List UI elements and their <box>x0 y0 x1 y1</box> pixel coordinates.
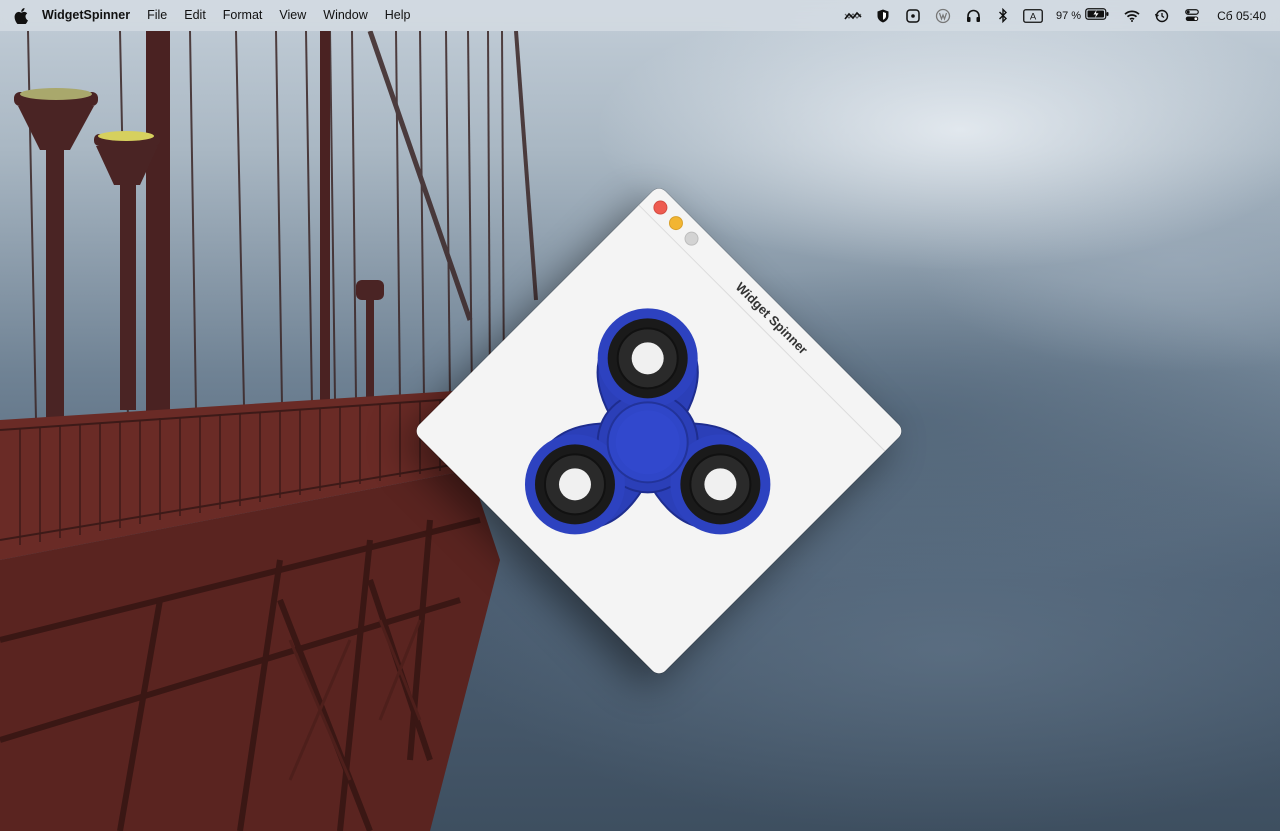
vpn-icon[interactable] <box>928 0 958 31</box>
battery-status[interactable]: 97 % <box>1048 8 1117 23</box>
spinner-weight <box>534 444 615 525</box>
menu-clock[interactable]: Сб 05:40 <box>1207 9 1266 23</box>
control-center-icon[interactable] <box>1177 0 1207 31</box>
shield-icon[interactable] <box>868 0 898 31</box>
battery-icon <box>1085 8 1109 23</box>
zoom-button[interactable] <box>681 228 702 249</box>
spinner-weight <box>607 318 688 399</box>
menu-help[interactable]: Help <box>376 0 419 31</box>
input-source-icon[interactable]: A <box>1018 0 1048 31</box>
headphones-icon[interactable] <box>958 0 988 31</box>
menu-edit[interactable]: Edit <box>176 0 215 31</box>
apple-icon[interactable] <box>14 7 28 24</box>
menu-view[interactable]: View <box>271 0 315 31</box>
camera-icon[interactable] <box>898 0 928 31</box>
time-machine-icon[interactable] <box>1147 0 1177 31</box>
menu-file[interactable]: File <box>139 0 176 31</box>
menu-bar: WidgetSpinner File Edit Format View Wind… <box>0 0 1280 31</box>
bluetooth-icon[interactable] <box>988 0 1018 31</box>
minimize-button[interactable] <box>666 213 686 234</box>
input-source-label: A <box>1030 11 1037 22</box>
battery-percent: 97 % <box>1056 9 1082 22</box>
wifi-icon[interactable] <box>1117 0 1147 31</box>
spinner-weight <box>680 444 761 525</box>
menu-window[interactable]: Window <box>315 0 376 31</box>
fidget-spinner[interactable] <box>517 308 778 546</box>
menu-format[interactable]: Format <box>214 0 271 31</box>
close-button[interactable] <box>650 197 671 218</box>
stocks-icon[interactable] <box>838 0 868 31</box>
app-menu[interactable]: WidgetSpinner <box>28 0 139 31</box>
